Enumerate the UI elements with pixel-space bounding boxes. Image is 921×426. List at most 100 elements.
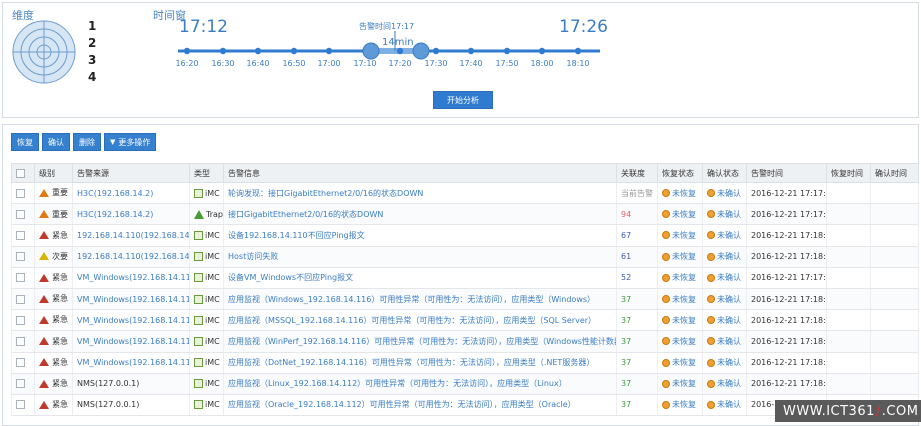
confirm-status-cell[interactable]: 未确认 (702, 309, 747, 332)
alarm-source-cell[interactable]: H3C(192.168.14.2) (72, 182, 190, 205)
confirm-status-link[interactable]: 未确认 (717, 210, 741, 219)
restore-status-link[interactable]: 未恢复 (672, 231, 696, 240)
restore-status-link[interactable]: 未恢复 (672, 273, 696, 282)
column-header[interactable]: 类型 (189, 163, 224, 183)
confirm-status-cell[interactable]: 未确认 (702, 352, 747, 374)
alarm-info-cell[interactable]: 应用监视（Linux_192.168.14.112）可用性异常（可用性为：无法访… (223, 373, 617, 395)
start-analysis-button[interactable]: 开始分析 (433, 91, 493, 109)
restore-status-cell[interactable]: 未恢复 (657, 246, 703, 268)
table-row[interactable]: 紧急 VM_Windows(192.168.14.116) iMC 应用监视（WinP… (11, 330, 919, 353)
alarm-source-link[interactable]: VM_Windows(192.168.14.116) (77, 358, 189, 367)
alarm-info-cell[interactable]: Host访问失败 (223, 246, 617, 268)
alarm-info-cell[interactable]: 设备192.168.14.110不回应Ping报文 (223, 224, 617, 247)
confirm-status-cell[interactable]: 未确认 (702, 267, 747, 289)
restore-status-cell[interactable]: 未恢复 (657, 394, 703, 417)
alarm-source-cell[interactable]: 192.168.14.110(192.168.14.110) (72, 246, 190, 268)
confirm-button[interactable]: 确认 (42, 133, 70, 151)
alarm-info-link[interactable]: 设备192.168.14.110不回应Ping报文 (228, 231, 365, 240)
confirm-status-cell[interactable]: 未确认 (702, 182, 747, 205)
table-row[interactable]: 紧急 VM_Windows(192.168.14.116) iMC 设备VM_Wind… (11, 267, 919, 289)
delete-button[interactable]: 删除 (73, 133, 101, 151)
row-checkbox[interactable] (11, 330, 35, 353)
row-checkbox[interactable] (11, 352, 35, 374)
column-header[interactable]: 告警来源 (72, 163, 190, 183)
column-header[interactable]: 级别 (34, 163, 73, 183)
restore-status-link[interactable]: 未恢复 (672, 252, 696, 261)
confirm-status-link[interactable]: 未确认 (717, 295, 741, 304)
column-header[interactable]: 确认状态 (702, 163, 747, 183)
window-start-handle[interactable] (362, 42, 380, 60)
confirm-status-cell[interactable]: 未确认 (702, 373, 747, 395)
alarm-source-cell[interactable]: VM_Windows(192.168.14.116) (72, 330, 190, 353)
alarm-info-link[interactable]: 应用监视（Oracle_192.168.14.112）可用性异常（可用性为：无法… (228, 400, 576, 409)
alarm-info-link[interactable]: 接口GigabitEthernet2/0/16的状态DOWN (228, 210, 383, 219)
confirm-status-link[interactable]: 未确认 (717, 189, 741, 198)
confirm-status-cell[interactable]: 未确认 (702, 288, 747, 311)
row-checkbox[interactable] (11, 373, 35, 395)
column-header[interactable]: 恢复时间 (826, 163, 871, 183)
alarm-source-cell[interactable]: VM_Windows(192.168.14.116) (72, 309, 190, 332)
alarm-info-link[interactable]: 设备VM_Windows不回应Ping报文 (228, 273, 353, 282)
restore-status-cell[interactable]: 未恢复 (657, 352, 703, 374)
column-header[interactable]: 确认时间 (870, 163, 919, 183)
column-header[interactable]: 关联度 (616, 163, 658, 183)
row-checkbox[interactable] (11, 394, 35, 417)
restore-status-cell[interactable]: 未恢复 (657, 330, 703, 353)
table-row[interactable]: 重要 H3C(192.168.14.2) Trap 接口GigabitEthernet… (11, 203, 919, 226)
row-checkbox[interactable] (11, 288, 35, 311)
alarm-source-link[interactable]: VM_Windows(192.168.14.116) (77, 316, 189, 325)
alarm-info-link[interactable]: 轮询发现：接口GigabitEthernet2/0/16的状态DOWN (228, 189, 423, 198)
table-row[interactable]: 紧急 VM_Windows(192.168.14.116) iMC 应用监视（DotN… (11, 352, 919, 374)
confirm-status-cell[interactable]: 未确认 (702, 394, 747, 417)
table-row[interactable]: 重要 H3C(192.168.14.2) iMC 轮询发现：接口GigabitEthe… (11, 182, 919, 205)
confirm-status-link[interactable]: 未确认 (717, 273, 741, 282)
alarm-info-cell[interactable]: 应用监视（DotNet_192.168.14.116）可用性异常（可用性为：无法… (223, 352, 617, 374)
restore-status-cell[interactable]: 未恢复 (657, 182, 703, 205)
alarm-info-link[interactable]: Host访问失败 (228, 252, 278, 261)
alarm-source-cell[interactable]: VM_Windows(192.168.14.116) (72, 267, 190, 289)
restore-status-link[interactable]: 未恢复 (672, 379, 696, 388)
column-header[interactable]: 恢复状态 (657, 163, 703, 183)
restore-status-link[interactable]: 未恢复 (672, 295, 696, 304)
restore-status-link[interactable]: 未恢复 (672, 337, 696, 346)
alarm-source-link[interactable]: VM_Windows(192.168.14.116) (77, 337, 189, 346)
confirm-status-link[interactable]: 未确认 (717, 379, 741, 388)
confirm-status-link[interactable]: 未确认 (717, 337, 741, 346)
time-window-slider[interactable] (3, 3, 920, 83)
select-all-checkbox[interactable] (11, 163, 35, 183)
alarm-info-link[interactable]: 应用监视（Windows_192.168.14.116）可用性异常（可用性为：无… (228, 295, 595, 304)
alarm-info-link[interactable]: 应用监视（WinPerf_192.168.14.116）可用性异常（可用性为：无… (228, 337, 616, 346)
alarm-info-cell[interactable]: 应用监视（MSSQL_192.168.14.116）可用性异常（可用性为：无法访… (223, 309, 617, 332)
confirm-status-cell[interactable]: 未确认 (702, 330, 747, 353)
restore-status-link[interactable]: 未恢复 (672, 316, 696, 325)
window-end-handle[interactable] (412, 42, 430, 60)
alarm-source-cell[interactable]: H3C(192.168.14.2) (72, 203, 190, 226)
restore-status-cell[interactable]: 未恢复 (657, 373, 703, 395)
restore-status-link[interactable]: 未恢复 (672, 400, 696, 409)
confirm-status-link[interactable]: 未确认 (717, 400, 741, 409)
alarm-source-link[interactable]: 192.168.14.110(192.168.14.110) (77, 231, 189, 240)
restore-status-cell[interactable]: 未恢复 (657, 203, 703, 226)
confirm-status-cell[interactable]: 未确认 (702, 203, 747, 226)
confirm-status-link[interactable]: 未确认 (717, 231, 741, 240)
table-row[interactable]: 紧急 NMS(127.0.0.1) iMC 应用监视（Linux_192.168.14… (11, 373, 919, 395)
alarm-source-link[interactable]: VM_Windows(192.168.14.116) (77, 273, 189, 282)
alarm-source-link[interactable]: H3C(192.168.14.2) (77, 189, 153, 198)
row-checkbox[interactable] (11, 246, 35, 268)
confirm-status-cell[interactable]: 未确认 (702, 246, 747, 268)
restore-status-cell[interactable]: 未恢复 (657, 224, 703, 247)
row-checkbox[interactable] (11, 267, 35, 289)
restore-status-link[interactable]: 未恢复 (672, 189, 696, 198)
confirm-status-link[interactable]: 未确认 (717, 358, 741, 367)
alarm-info-cell[interactable]: 接口GigabitEthernet2/0/16的状态DOWN (223, 203, 617, 226)
alarm-info-link[interactable]: 应用监视（MSSQL_192.168.14.116）可用性异常（可用性为：无法访… (228, 316, 596, 325)
row-checkbox[interactable] (11, 182, 35, 205)
restore-status-link[interactable]: 未恢复 (672, 358, 696, 367)
row-checkbox[interactable] (11, 224, 35, 247)
alarm-source-cell[interactable]: VM_Windows(192.168.14.116) (72, 352, 190, 374)
confirm-status-link[interactable]: 未确认 (717, 316, 741, 325)
alarm-source-link[interactable]: VM_Windows(192.168.14.116) (77, 295, 189, 304)
alarm-source-cell[interactable]: VM_Windows(192.168.14.116) (72, 288, 190, 311)
alarm-info-cell[interactable]: 设备VM_Windows不回应Ping报文 (223, 267, 617, 289)
confirm-status-link[interactable]: 未确认 (717, 252, 741, 261)
